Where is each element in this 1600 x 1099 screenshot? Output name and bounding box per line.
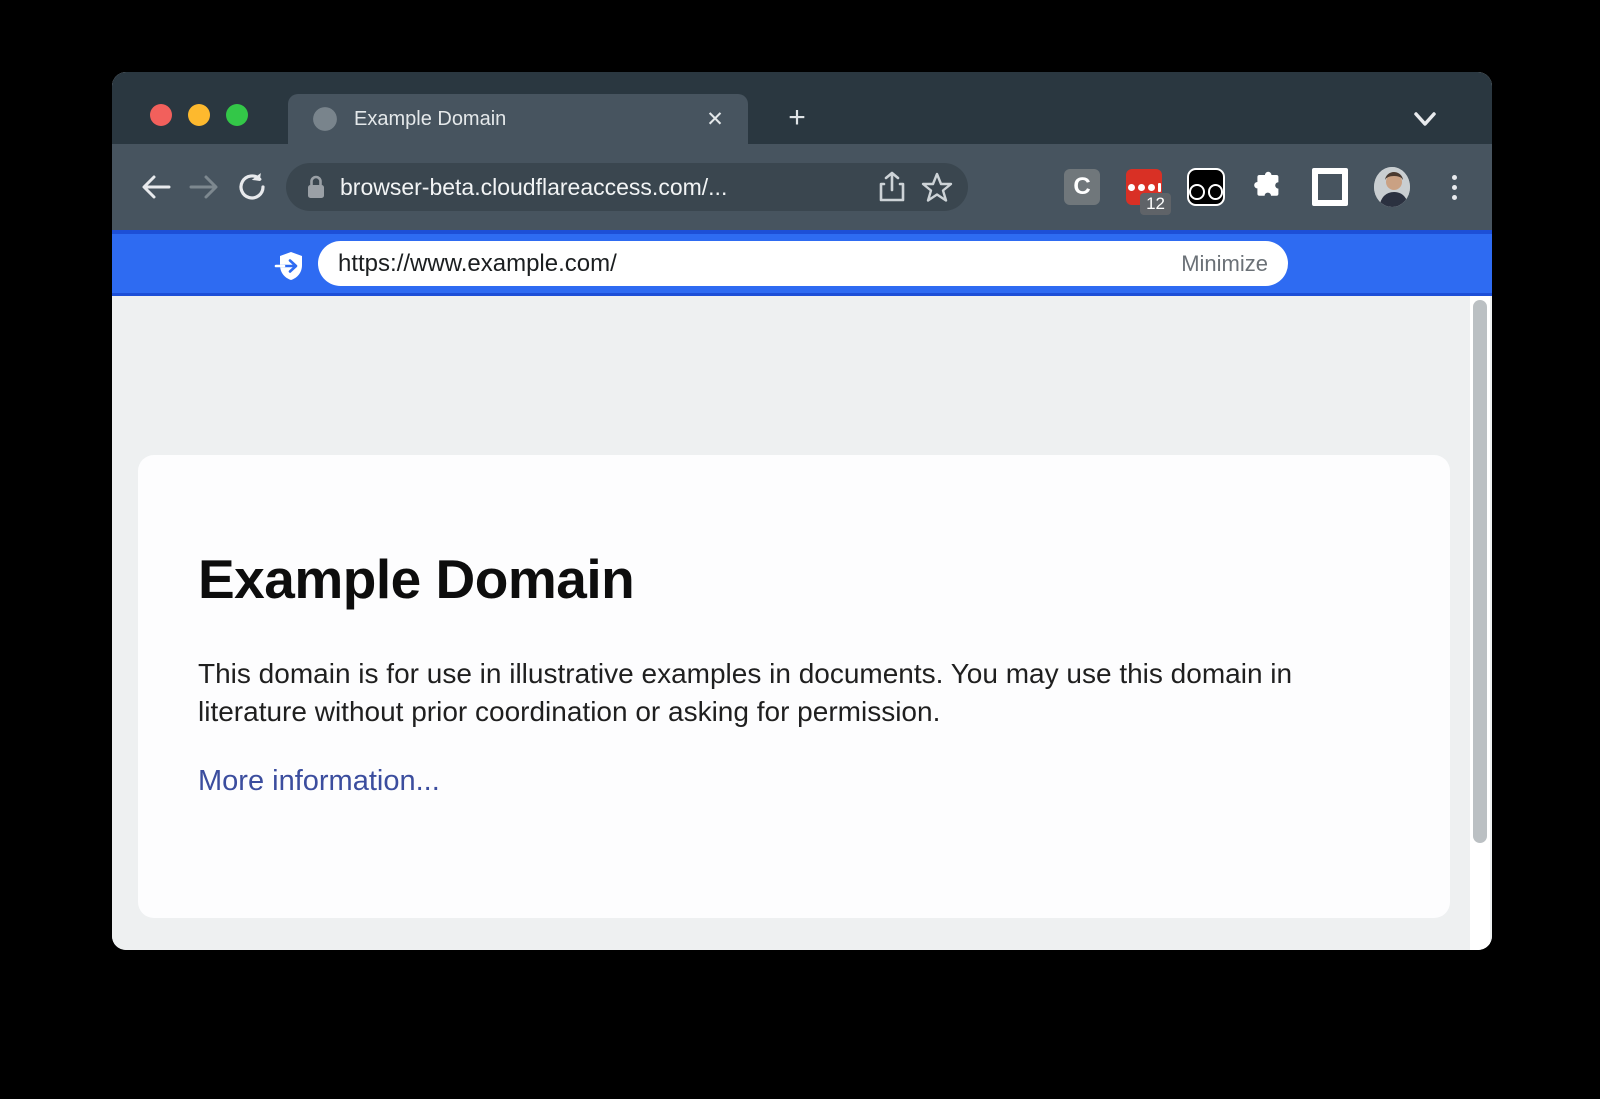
scrollbar-thumb[interactable] xyxy=(1473,300,1487,843)
forward-button[interactable] xyxy=(180,163,228,211)
side-panel-button[interactable] xyxy=(1312,169,1348,205)
page-paragraph: This domain is for use in illustrative e… xyxy=(198,655,1358,731)
share-icon[interactable] xyxy=(878,171,906,203)
forward-arrow-icon xyxy=(187,172,221,202)
side-panel-icon xyxy=(1312,168,1348,206)
browser-window: Example Domain ✕ + xyxy=(112,72,1492,950)
page-content: Example Domain This domain is for use in… xyxy=(112,296,1492,950)
tab-strip: Example Domain ✕ + xyxy=(112,72,1492,144)
extensions-puzzle-button[interactable] xyxy=(1250,169,1286,205)
browser-menu-button[interactable] xyxy=(1436,169,1472,205)
banner-minimize-button[interactable]: Minimize xyxy=(1181,251,1268,277)
profile-avatar[interactable] xyxy=(1374,169,1410,205)
back-arrow-icon xyxy=(139,172,173,202)
reload-button[interactable] xyxy=(228,163,276,211)
toolbar: browser-beta.cloudflareaccess.com/... C xyxy=(112,144,1492,230)
minimize-window-button[interactable] xyxy=(188,104,210,126)
globe-favicon-icon xyxy=(312,106,338,132)
extension-c-icon: C xyxy=(1064,169,1100,205)
more-information-link[interactable]: More information... xyxy=(198,765,440,798)
zoom-window-button[interactable] xyxy=(226,104,248,126)
extension-goggles-button[interactable] xyxy=(1188,169,1224,205)
banner-url-value: https://www.example.com/ xyxy=(338,250,1181,278)
page-title: Example Domain xyxy=(198,547,1390,611)
address-bar[interactable]: browser-beta.cloudflareaccess.com/... xyxy=(286,163,968,211)
extension-row: C 12 xyxy=(990,169,1472,205)
close-window-button[interactable] xyxy=(150,104,172,126)
page-card: Example Domain This domain is for use in… xyxy=(138,455,1450,918)
extension-red-dots-button[interactable]: 12 xyxy=(1126,169,1162,205)
banner-url-input[interactable]: https://www.example.com/ Minimize xyxy=(318,241,1288,286)
traffic-lights xyxy=(150,104,248,126)
shield-arrow-icon xyxy=(274,249,308,283)
puzzle-piece-icon xyxy=(1252,171,1284,203)
tab-title: Example Domain xyxy=(354,108,700,131)
goggles-icon xyxy=(1187,168,1225,206)
back-button[interactable] xyxy=(132,163,180,211)
chevron-down-icon[interactable] xyxy=(1410,108,1440,130)
tab-example-domain[interactable]: Example Domain ✕ xyxy=(288,94,748,144)
tab-close-icon[interactable]: ✕ xyxy=(700,104,730,134)
new-tab-button[interactable]: + xyxy=(780,102,814,136)
lock-icon xyxy=(306,174,326,200)
extension-c-button[interactable]: C xyxy=(1064,169,1100,205)
cloudflare-access-banner: https://www.example.com/ Minimize xyxy=(112,230,1492,296)
address-bar-url: browser-beta.cloudflareaccess.com/... xyxy=(340,174,878,201)
three-dot-menu-icon xyxy=(1452,175,1457,200)
bookmark-star-icon[interactable] xyxy=(920,171,954,203)
extension-badge: 12 xyxy=(1140,193,1171,215)
reload-icon xyxy=(236,171,268,203)
scrollbar-track[interactable] xyxy=(1470,296,1490,950)
avatar xyxy=(1374,167,1410,207)
